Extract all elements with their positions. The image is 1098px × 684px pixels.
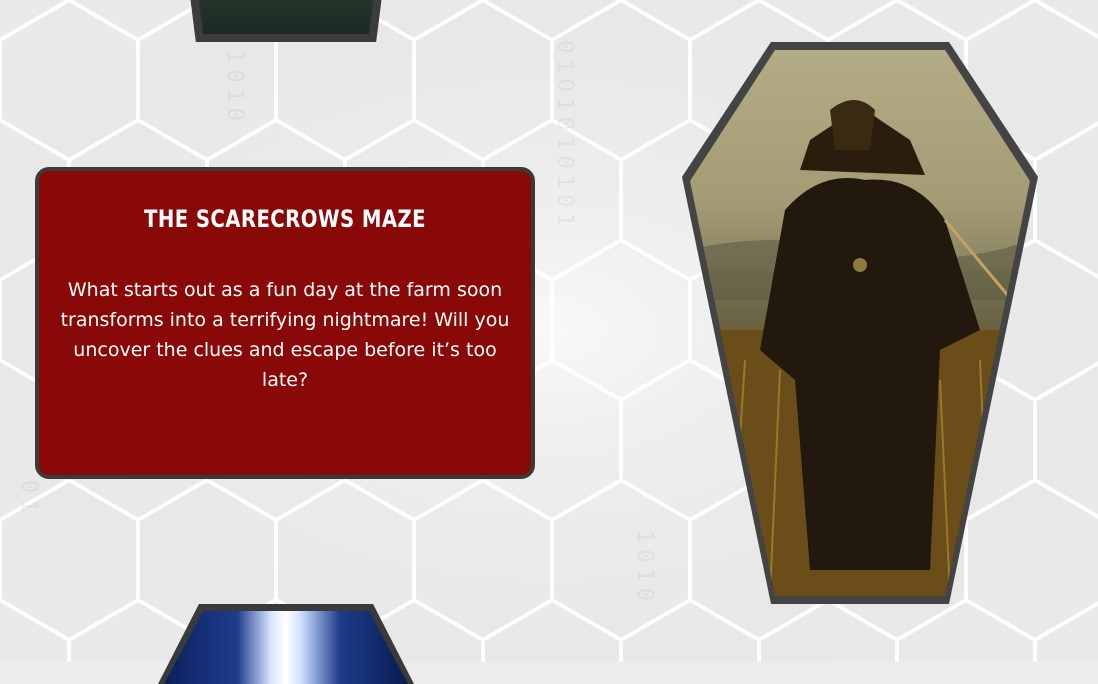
coffin-framed-image[interactable] [158,604,414,684]
card-description: What starts out as a fun day at the farm… [60,279,510,391]
coffin-framed-image[interactable] [188,0,384,42]
binary-decoration: 01 [16,480,41,519]
card-title: THE SCARECROWS MAZE [143,205,427,233]
binary-decoration: 0101010101 [552,40,577,233]
binary-decoration: 1010 [222,50,247,127]
binary-decoration: 1010 [632,530,657,607]
game-card: THE SCARECROWS MAZE What starts out as a… [35,167,535,479]
